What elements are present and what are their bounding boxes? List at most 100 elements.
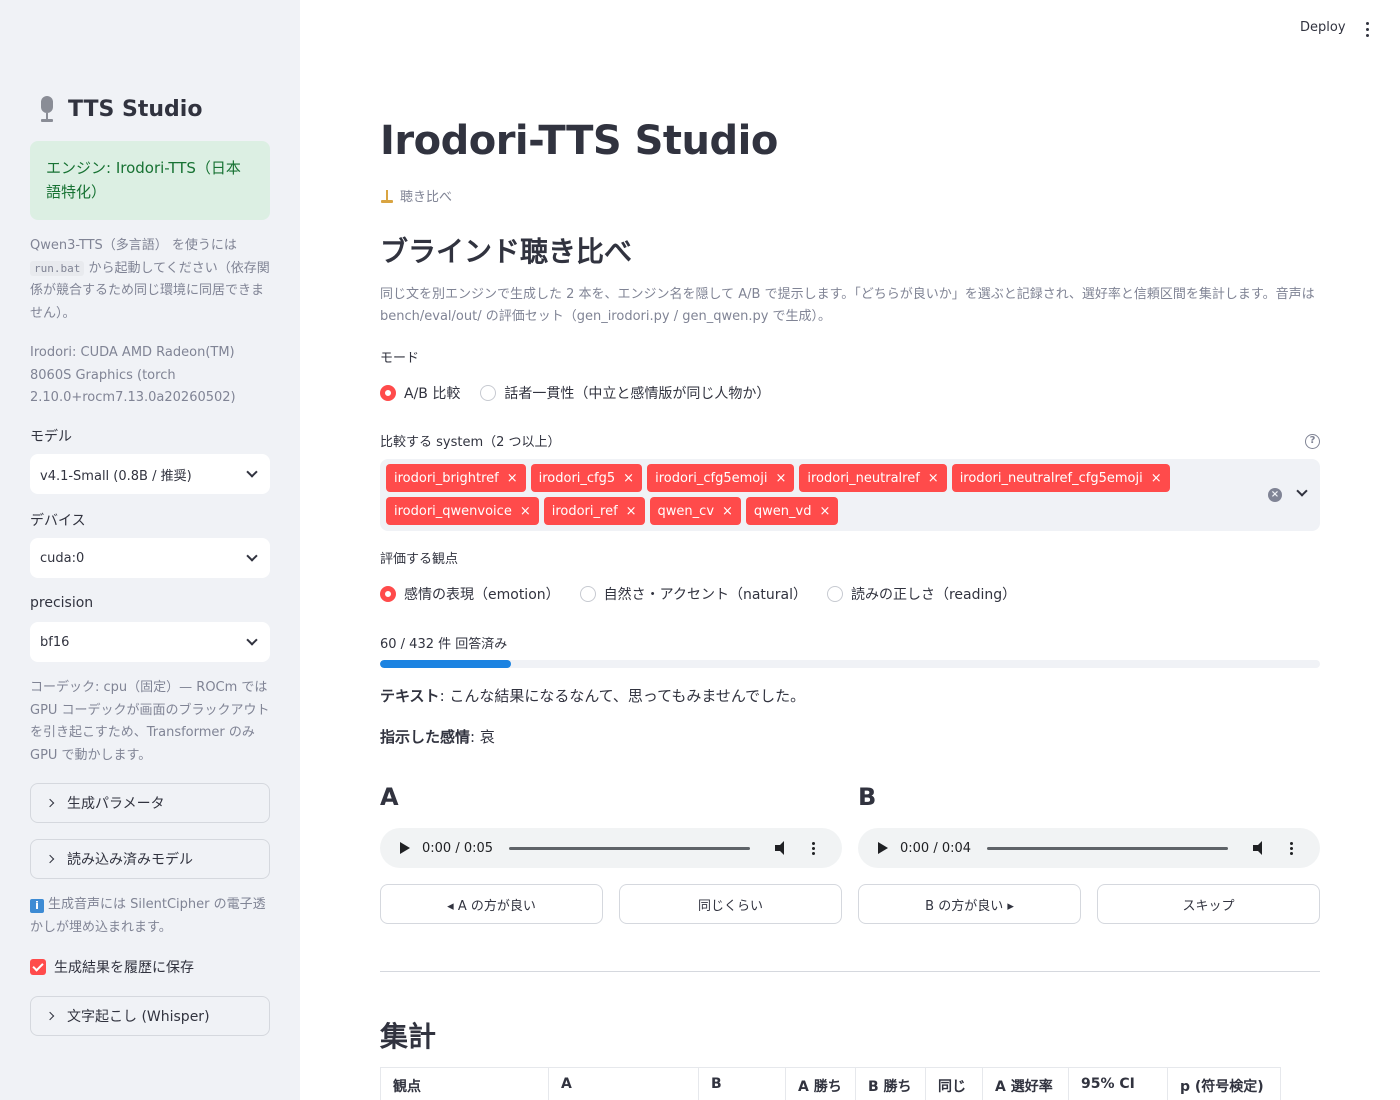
page-caption: 聴き比べ — [380, 186, 452, 205]
device-info: Irodori: CUDA AMD Radeon(TM) 8060S Graph… — [30, 345, 236, 405]
radio-selected-icon[interactable] — [380, 586, 396, 602]
b-heading: B — [858, 783, 877, 811]
systems-multiselect[interactable]: irodori_brightref × irodori_cfg5 × irodori… — [380, 459, 1320, 531]
system-tag: irodori_qwenvoice × — [386, 497, 539, 525]
volume-icon[interactable] — [1252, 840, 1268, 856]
system-tag-label: irodori_qwenvoice — [394, 503, 512, 519]
precision-select-value: bf16 — [40, 634, 70, 650]
system-tag: qwen_vd × — [745, 497, 839, 525]
skip-button[interactable]: スキップ — [1097, 884, 1320, 924]
remove-tag-icon[interactable]: × — [928, 471, 939, 486]
chevron-right-icon — [45, 798, 55, 808]
remove-tag-icon[interactable]: × — [722, 504, 733, 519]
chevron-right-icon — [45, 1011, 55, 1021]
text-field: テキスト: こんな結果になるなんて、思ってもみませんでした。 — [380, 685, 805, 706]
microphone-icon — [36, 96, 58, 122]
table-header-cell: A — [549, 1068, 699, 1100]
qwen-note-pre: Qwen3-TTS（多言語） を使うには — [30, 238, 237, 253]
system-tag-label: irodori_brightref — [394, 470, 499, 486]
expander-gen-params[interactable]: 生成パラメータ — [30, 783, 270, 823]
audio-a-seekbar[interactable] — [509, 846, 751, 850]
table-header-cell: 同じ — [926, 1068, 983, 1100]
remove-tag-icon[interactable]: × — [623, 471, 634, 486]
more-options-icon[interactable] — [812, 840, 816, 857]
aspect-option-natural[interactable]: 自然さ・アクセント（natural） — [579, 584, 807, 604]
device-label: デバイス — [30, 513, 86, 529]
section-description: 同じ文を別エンジンで生成した 2 本を、エンジン名を隠して A/B で提示します… — [380, 287, 1315, 324]
help-icon[interactable]: ? — [1305, 434, 1320, 449]
chevron-down-icon — [246, 634, 258, 646]
more-options-icon[interactable] — [1290, 840, 1294, 857]
checkbox-checked-icon[interactable] — [30, 959, 46, 975]
aspect-option-reading[interactable]: 読みの正しさ（reading） — [826, 584, 1016, 604]
aspect-option-emotion[interactable]: 感情の表現（emotion） — [380, 584, 560, 604]
mode-option-speaker-label: 話者一貫性（中立と感情版が同じ人物か） — [504, 386, 771, 402]
deploy-button[interactable]: Deploy — [1300, 20, 1346, 35]
audio-b-time: 0:00 / 0:04 — [900, 840, 972, 856]
volume-icon[interactable] — [774, 840, 790, 856]
remove-tag-icon[interactable]: × — [626, 504, 637, 519]
divider — [380, 971, 1320, 972]
save-history-checkbox[interactable]: 生成結果を履歴に保存 — [30, 957, 194, 977]
a-heading: A — [380, 783, 399, 811]
table-header-cell: 95% CI — [1069, 1068, 1168, 1100]
progress-text: 60 / 432 件 回答済み — [380, 637, 508, 652]
device-select[interactable]: cuda:0 — [30, 538, 270, 578]
system-tag: irodori_cfg5emoji × — [647, 464, 795, 492]
mode-option-speaker[interactable]: 話者一貫性（中立と感情版が同じ人物か） — [480, 383, 770, 403]
play-icon[interactable] — [400, 842, 410, 854]
clear-all-icon[interactable]: × — [1268, 488, 1282, 502]
b-better-button[interactable]: B の方が良い ▸ — [858, 884, 1081, 924]
audio-player-b[interactable]: 0:00 / 0:04 — [858, 828, 1320, 868]
radio-unselected-icon[interactable] — [826, 586, 843, 602]
run-bat-code: run.bat — [30, 260, 85, 276]
expander-gen-params-label: 生成パラメータ — [67, 796, 165, 812]
table-header-cell: A 選好率 — [983, 1068, 1069, 1100]
aspect-option-emotion-label: 感情の表現（emotion） — [404, 587, 560, 603]
mode-option-ab[interactable]: A/B 比較 — [380, 383, 460, 403]
main-menu-icon[interactable] — [1366, 22, 1370, 40]
system-tag-label: irodori_cfg5 — [538, 470, 616, 486]
section-title: ブラインド聴き比べ — [380, 235, 633, 268]
table-header-cell: 観点 — [381, 1068, 549, 1100]
system-tag-label: irodori_cfg5emoji — [655, 470, 768, 486]
remove-tag-icon[interactable]: × — [507, 471, 518, 486]
remove-tag-icon[interactable]: × — [775, 471, 786, 486]
qwen-note: Qwen3-TTS（多言語） を使うには run.bat から起動してください（… — [30, 235, 274, 325]
audio-player-a[interactable]: 0:00 / 0:05 — [380, 828, 842, 868]
audio-a-time: 0:00 / 0:05 — [422, 840, 494, 856]
mode-option-ab-label: A/B 比較 — [404, 386, 461, 402]
remove-tag-icon[interactable]: × — [1151, 471, 1162, 486]
play-icon[interactable] — [878, 842, 888, 854]
system-tag-label: irodori_neutralref_cfg5emoji — [959, 470, 1143, 486]
radio-unselected-icon[interactable] — [480, 385, 497, 401]
expander-loaded-models[interactable]: 読み込み済みモデル — [30, 839, 270, 879]
aspect-option-natural-label: 自然さ・アクセント（natural） — [603, 587, 807, 603]
remove-tag-icon[interactable]: × — [520, 504, 531, 519]
device-select-value: cuda:0 — [40, 550, 85, 566]
progress-bar — [380, 660, 1320, 668]
page-title: Irodori-TTS Studio — [380, 118, 778, 164]
scale-icon — [380, 189, 394, 203]
emotion-key: 指示した感情 — [380, 728, 471, 746]
precision-select[interactable]: bf16 — [30, 622, 270, 662]
remove-tag-icon[interactable]: × — [820, 504, 831, 519]
model-select[interactable]: v4.1-Small (0.8B / 推奨) — [30, 454, 270, 494]
emotion-value: : 哀 — [470, 728, 495, 746]
summary-table-header: 観点 A B A 勝ち B 勝ち 同じ A 選好率 95% CI p (符号検定… — [380, 1067, 1281, 1100]
systems-label: 比較する system（2 つ以上） — [380, 435, 561, 450]
system-tag: irodori_ref × — [543, 497, 645, 525]
expander-loaded-models-label: 読み込み済みモデル — [67, 852, 193, 868]
chevron-down-icon — [246, 550, 258, 562]
a-better-button[interactable]: ◂ A の方が良い — [380, 884, 603, 924]
radio-unselected-icon[interactable] — [579, 586, 596, 602]
radio-selected-icon[interactable] — [380, 385, 396, 401]
chevron-down-icon[interactable] — [1296, 485, 1308, 497]
system-tag: irodori_neutralref_cfg5emoji × — [951, 464, 1170, 492]
watermark-note-text: 生成音声には SilentCipher の電子透かしが埋め込まれます。 — [30, 897, 266, 935]
audio-b-seekbar[interactable] — [987, 846, 1229, 850]
emotion-field: 指示した感情: 哀 — [380, 726, 495, 747]
sidebar: TTS Studio エンジン: Irodori-TTS（日本語特化） Qwen… — [0, 0, 300, 1100]
same-button[interactable]: 同じくらい — [619, 884, 842, 924]
expander-whisper[interactable]: 文字起こし (Whisper) — [30, 996, 270, 1036]
